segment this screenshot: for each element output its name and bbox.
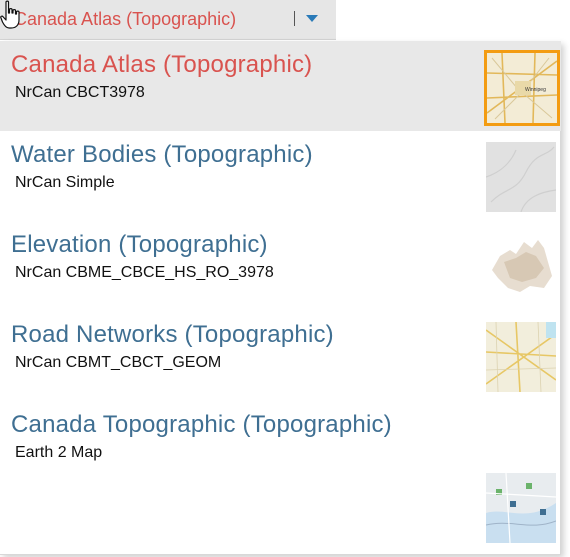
basemap-list: Canada Atlas (Topographic) NrCan CBCT397… — [0, 41, 561, 555]
basemap-title: Road Networks (Topographic) — [11, 321, 334, 348]
current-basemap-label: Canada Atlas (Topographic) — [14, 9, 237, 29]
basemap-thumbnail-elevation[interactable] — [486, 232, 556, 302]
basemap-thumbnail-road-networks[interactable] — [486, 322, 556, 392]
basemap-item-water-bodies[interactable]: Water Bodies (Topographic) NrCan Simple — [0, 131, 561, 221]
hand-cursor-icon — [0, 0, 20, 29]
road-map-icon — [486, 322, 556, 392]
dropdown-separator — [294, 11, 295, 26]
basemap-item-road-networks[interactable]: Road Networks (Topographic) NrCan CBMT_C… — [0, 311, 561, 401]
basemap-subtitle: NrCan Simple — [15, 174, 115, 191]
basemap-selector-page: Canada Atlas (Topographic) Canada Atlas … — [0, 0, 570, 557]
basemap-thumbnail-canada-topographic[interactable] — [486, 473, 556, 543]
basemap-subtitle: NrCan CBCT3978 — [15, 84, 145, 101]
basemap-thumbnail-water-bodies[interactable] — [486, 142, 556, 212]
atlas-map-icon: Winnipeg — [487, 53, 557, 123]
basemap-title: Elevation (Topographic) — [11, 231, 268, 258]
elevation-map-icon — [486, 232, 556, 302]
basemap-item-canada-topographic[interactable]: Canada Topographic (Topographic) Earth 2… — [0, 401, 561, 491]
basemap-title: Water Bodies (Topographic) — [11, 141, 313, 168]
water-map-icon — [486, 142, 556, 212]
basemap-subtitle: Earth 2 Map — [15, 444, 103, 461]
basemap-title: Canada Topographic (Topographic) — [11, 411, 392, 438]
basemap-title: Canada Atlas (Topographic) — [11, 51, 313, 78]
topographic-map-icon — [486, 473, 556, 543]
basemap-thumbnail-canada-atlas[interactable]: Winnipeg — [484, 50, 560, 126]
basemap-item-canada-atlas[interactable]: Canada Atlas (Topographic) NrCan CBCT397… — [0, 41, 561, 131]
basemap-subtitle: NrCan CBME_CBCE_HS_RO_3978 — [15, 264, 274, 281]
basemap-dropdown-toggle[interactable]: Canada Atlas (Topographic) — [0, 0, 336, 40]
basemap-item-elevation[interactable]: Elevation (Topographic) NrCan CBME_CBCE_… — [0, 221, 561, 311]
basemap-subtitle: NrCan CBMT_CBCT_GEOM — [15, 354, 222, 371]
thumbnail-map-label: Winnipeg — [525, 87, 546, 93]
chevron-down-icon[interactable] — [306, 15, 318, 22]
